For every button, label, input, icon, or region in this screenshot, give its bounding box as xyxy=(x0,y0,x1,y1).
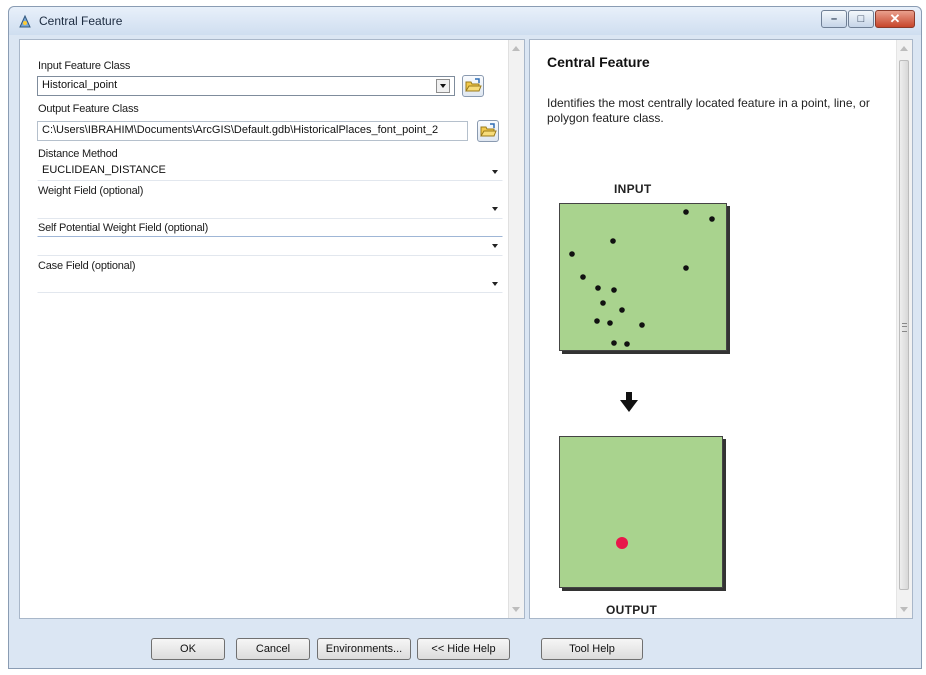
chevron-down-icon xyxy=(492,170,498,174)
input-point xyxy=(709,216,715,222)
input-feature-class-value: Historical_point xyxy=(42,79,118,91)
chevron-down-icon xyxy=(492,207,498,211)
input-feature-class-label: Input Feature Class xyxy=(38,60,131,72)
input-feature-class-field[interactable]: Historical_point xyxy=(37,76,455,96)
parameters-pane: Input Feature Class Historical_point Out… xyxy=(19,39,525,619)
environments-button[interactable]: Environments... xyxy=(317,638,411,660)
window-title: Central Feature xyxy=(39,14,123,28)
input-point xyxy=(639,322,645,328)
chevron-down-icon xyxy=(492,282,498,286)
scroll-thumb[interactable] xyxy=(899,60,909,590)
help-description: Identifies the most centrally located fe… xyxy=(547,96,870,125)
weight-field-dropdown[interactable] xyxy=(37,199,503,219)
input-point xyxy=(580,274,586,280)
input-point xyxy=(610,238,616,244)
tool-icon xyxy=(19,14,31,28)
cancel-button[interactable]: Cancel xyxy=(236,638,310,660)
central-feature-dialog: Central Feature – □ ✕ Input Feature Clas… xyxy=(8,6,922,669)
help-pane: Central Feature Identifies the most cent… xyxy=(529,39,913,619)
parameters-scrollbar[interactable] xyxy=(508,40,524,618)
close-icon: ✕ xyxy=(889,11,901,26)
output-caption: OUTPUT xyxy=(606,603,658,617)
distance-method-label: Distance Method xyxy=(38,148,118,160)
tool-help-button[interactable]: Tool Help xyxy=(541,638,643,660)
minimize-icon: – xyxy=(830,13,838,25)
input-point xyxy=(594,318,600,324)
weight-field-label: Weight Field (optional) xyxy=(38,185,144,197)
self-potential-weight-label: Self Potential Weight Field (optional) xyxy=(38,222,209,234)
input-point xyxy=(569,251,575,257)
case-field-label: Case Field (optional) xyxy=(38,260,136,272)
input-point xyxy=(624,341,630,347)
output-browse-button[interactable] xyxy=(477,120,499,142)
input-points-map xyxy=(559,203,727,351)
grip-icon xyxy=(902,323,907,332)
chevron-down-icon xyxy=(492,244,498,248)
output-central-map xyxy=(559,436,723,588)
input-point xyxy=(611,287,617,293)
input-point xyxy=(683,265,689,271)
output-feature-class-field[interactable]: C:\Users\IBRAHIM\Documents\ArcGIS\Defaul… xyxy=(37,121,468,141)
scroll-up-icon[interactable] xyxy=(900,46,908,51)
output-feature-class-label: Output Feature Class xyxy=(38,103,139,115)
dialog-footer: OK Cancel Environments... << Hide Help T… xyxy=(9,621,921,667)
case-field-dropdown[interactable] xyxy=(37,273,503,293)
scroll-down-icon[interactable] xyxy=(900,607,908,612)
output-feature-class-value: C:\Users\IBRAHIM\Documents\ArcGIS\Defaul… xyxy=(42,124,439,136)
scroll-down-icon[interactable] xyxy=(512,607,520,612)
help-scrollbar[interactable] xyxy=(896,40,912,618)
input-dropdown-button[interactable] xyxy=(436,79,450,93)
down-arrow-icon xyxy=(620,392,638,412)
input-point xyxy=(683,209,689,215)
folder-icon xyxy=(465,78,482,92)
minimize-button[interactable]: – xyxy=(821,10,847,28)
input-point xyxy=(619,307,625,313)
input-point xyxy=(607,320,613,326)
help-title: Central Feature xyxy=(547,54,650,70)
self-potential-weight-dropdown[interactable] xyxy=(37,236,503,256)
hide-help-button[interactable]: << Hide Help xyxy=(417,638,510,660)
title-bar[interactable]: Central Feature – □ ✕ xyxy=(9,7,921,35)
central-feature-point xyxy=(616,537,628,549)
maximize-button[interactable]: □ xyxy=(848,10,874,28)
scroll-up-icon[interactable] xyxy=(512,46,520,51)
distance-method-dropdown[interactable]: EUCLIDEAN_DISTANCE xyxy=(37,161,503,181)
distance-method-value: EUCLIDEAN_DISTANCE xyxy=(42,164,166,176)
input-point xyxy=(595,285,601,291)
close-button[interactable]: ✕ xyxy=(875,10,915,28)
maximize-icon: □ xyxy=(857,13,865,25)
input-point xyxy=(611,340,617,346)
input-point xyxy=(600,300,606,306)
folder-icon xyxy=(480,123,497,137)
ok-button[interactable]: OK xyxy=(151,638,225,660)
input-caption: INPUT xyxy=(614,182,652,196)
input-browse-button[interactable] xyxy=(462,75,484,97)
